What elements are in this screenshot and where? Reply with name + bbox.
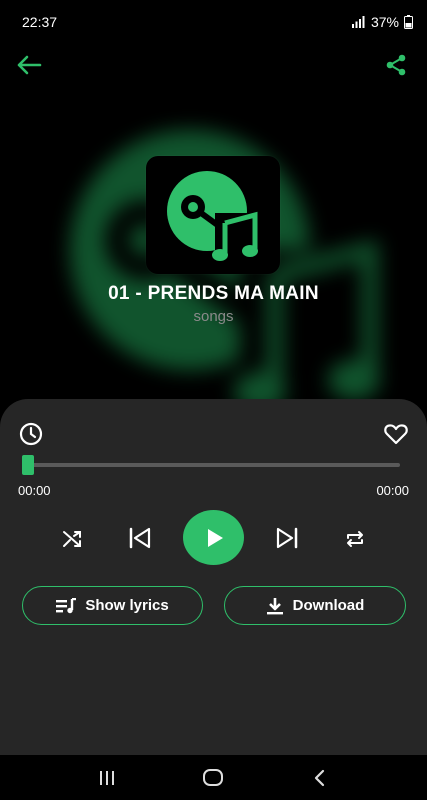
system-nav-bar: [0, 755, 427, 800]
shuffle-button[interactable]: [58, 525, 86, 553]
history-button[interactable]: [18, 421, 44, 447]
next-button[interactable]: [273, 523, 301, 553]
song-title: 01 - PRENDS MA MAIN: [108, 283, 319, 304]
back-button[interactable]: [14, 50, 44, 80]
share-button[interactable]: [381, 50, 411, 80]
status-bar: 22:37 37%: [0, 0, 427, 44]
next-icon: [276, 527, 298, 549]
battery-text: 37%: [370, 14, 399, 30]
top-bar: [0, 44, 427, 84]
arrow-left-icon: [17, 55, 42, 75]
repeat-icon: [347, 531, 363, 547]
repeat-button[interactable]: [341, 525, 369, 553]
song-subtitle: songs: [193, 308, 234, 325]
share-icon: [386, 54, 406, 76]
download-icon: [266, 597, 283, 614]
shuffle-icon: [63, 531, 81, 547]
lyrics-icon: [56, 597, 77, 613]
favorite-button[interactable]: [383, 421, 409, 447]
play-icon: [207, 528, 223, 547]
recent-apps-button[interactable]: [87, 763, 127, 793]
back-nav-icon: [314, 769, 324, 786]
show-lyrics-label: Show lyrics: [85, 597, 169, 614]
recent-apps-icon: [100, 770, 115, 785]
battery-icon: [404, 15, 413, 29]
seek-bar[interactable]: [22, 463, 400, 467]
clock-icon: [19, 422, 43, 446]
heart-icon: [384, 424, 408, 445]
show-lyrics-button[interactable]: Show lyrics: [22, 586, 203, 625]
previous-icon: [129, 527, 151, 549]
status-icons: 37%: [351, 14, 413, 30]
home-button[interactable]: [193, 763, 233, 793]
play-button[interactable]: [183, 510, 244, 565]
vinyl-music-icon: [167, 171, 261, 263]
player-panel: 00:00 00:00 Show lyrics Download: [0, 399, 427, 755]
signal-icon: [351, 16, 365, 28]
previous-button[interactable]: [126, 523, 154, 553]
home-icon: [203, 768, 224, 786]
download-button[interactable]: Download: [224, 586, 406, 625]
status-time: 22:37: [22, 14, 58, 30]
back-nav-button[interactable]: [300, 763, 340, 793]
seek-thumb[interactable]: [22, 455, 34, 475]
album-art: [146, 156, 280, 274]
time-total: 00:00: [376, 483, 409, 498]
download-label: Download: [292, 597, 365, 614]
time-elapsed: 00:00: [18, 483, 51, 498]
